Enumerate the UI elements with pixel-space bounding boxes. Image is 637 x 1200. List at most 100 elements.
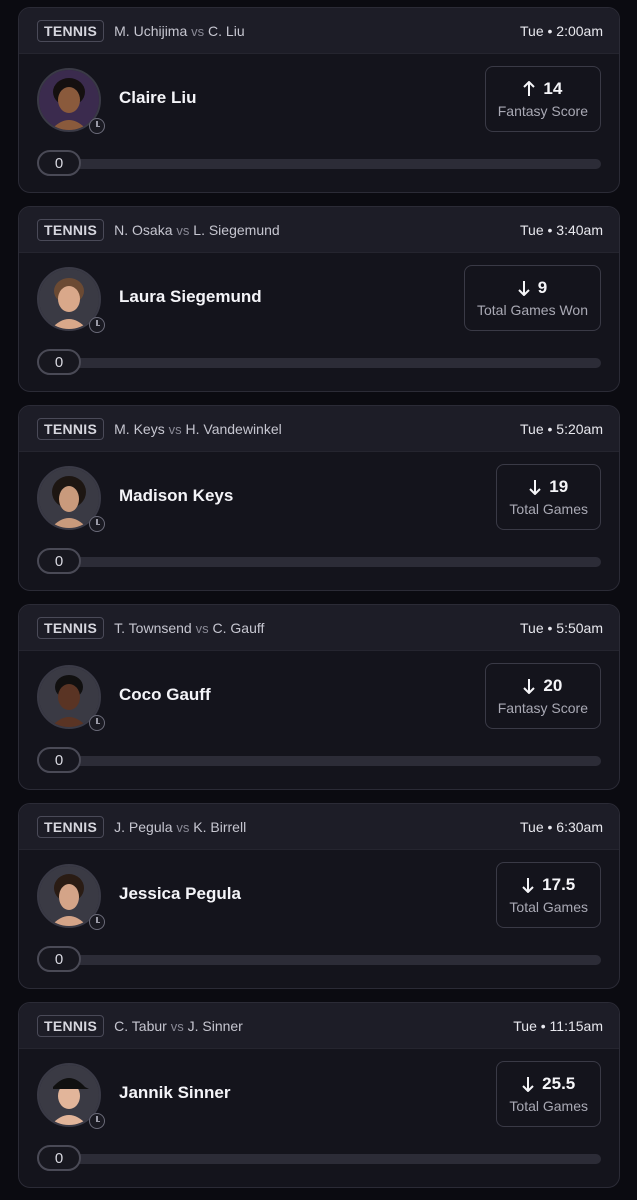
matchup-player-1: T. Townsend	[114, 619, 192, 636]
player-avatar[interactable]	[37, 864, 105, 930]
arrow-up-icon	[523, 81, 536, 96]
matchup-player-1: J. Pegula	[114, 818, 173, 835]
matchup-player-2: L. Siegemund	[193, 221, 280, 238]
stat-line-button[interactable]: 19 Total Games	[496, 464, 601, 530]
card-header: TENNIS J. Pegula vs K. Birrell Tue • 6:3…	[19, 804, 619, 850]
vs-label: vs	[176, 222, 190, 238]
progress-value: 0	[37, 747, 81, 773]
stat-line-button[interactable]: 17.5 Total Games	[496, 862, 601, 928]
matchup: J. Pegula vs K. Birrell	[114, 819, 246, 835]
vs-label: vs	[191, 23, 205, 39]
sport-badge: TENNIS	[37, 616, 105, 639]
sport-badge: TENNIS	[37, 218, 105, 241]
player-avatar[interactable]	[37, 267, 105, 333]
player-name: Laura Siegemund	[119, 287, 262, 306]
clock-icon	[89, 317, 105, 333]
player-avatar[interactable]	[37, 665, 105, 731]
projection-card[interactable]: TENNIS T. Townsend vs C. Gauff Tue • 5:5…	[18, 604, 620, 790]
start-time: Tue • 2:00am	[520, 22, 603, 39]
progress-track	[67, 955, 601, 965]
sport-badge: TENNIS	[37, 417, 105, 440]
progress-track	[67, 159, 601, 169]
stat-line-button[interactable]: 20 Fantasy Score	[484, 663, 601, 729]
matchup-player-1: M. Uchijima	[114, 22, 188, 39]
stat-value: 25.5	[542, 1074, 576, 1093]
vs-label: vs	[168, 421, 182, 437]
stat-label: Total Games	[509, 899, 588, 915]
stat-line-button[interactable]: 9 Total Games Won	[463, 265, 601, 331]
projection-card[interactable]: TENNIS M. Uchijima vs C. Liu Tue • 2:00a…	[18, 7, 620, 193]
progress-value: 0	[37, 946, 81, 972]
player-name: Jessica Pegula	[119, 884, 241, 903]
stat-label: Fantasy Score	[497, 103, 588, 119]
progress-track	[67, 358, 601, 368]
stat-line-button[interactable]: 14 Fantasy Score	[484, 66, 601, 132]
projection-card[interactable]: TENNIS J. Pegula vs K. Birrell Tue • 6:3…	[18, 803, 620, 989]
stat-value: 9	[537, 278, 548, 297]
arrow-down-icon	[523, 679, 536, 694]
player-avatar[interactable]	[37, 1063, 105, 1129]
progress-row: 0	[37, 150, 601, 178]
progress-track	[67, 756, 601, 766]
vs-label: vs	[176, 819, 190, 835]
card-header: TENNIS M. Keys vs H. Vandewinkel Tue • 5…	[19, 406, 619, 452]
matchup-player-2: C. Liu	[208, 22, 245, 39]
start-time: Tue • 5:50am	[520, 619, 603, 636]
progress-value: 0	[37, 349, 81, 375]
start-time: Tue • 3:40am	[520, 221, 603, 238]
clock-icon	[89, 118, 105, 134]
matchup-player-2: C. Gauff	[212, 619, 265, 636]
start-time: Tue • 6:30am	[520, 818, 603, 835]
sport-badge: TENNIS	[37, 19, 105, 42]
arrow-down-icon	[522, 1077, 534, 1092]
arrow-down-icon	[529, 480, 541, 495]
stat-value: 14	[543, 79, 563, 98]
player-name: Coco Gauff	[119, 685, 211, 704]
arrow-down-icon	[518, 281, 530, 296]
progress-value: 0	[37, 150, 81, 176]
projection-list: TENNIS M. Uchijima vs C. Liu Tue • 2:00a…	[0, 0, 637, 1200]
player-name: Madison Keys	[119, 486, 234, 505]
progress-row: 0	[37, 1145, 601, 1173]
stat-label: Total Games	[509, 501, 588, 517]
stat-value: 17.5	[542, 875, 576, 894]
projection-card[interactable]: TENNIS M. Keys vs H. Vandewinkel Tue • 5…	[18, 405, 620, 591]
player-name: Claire Liu	[119, 88, 197, 107]
matchup-player-1: C. Tabur	[114, 1017, 167, 1034]
matchup-player-2: K. Birrell	[193, 818, 247, 835]
stat-label: Total Games	[509, 1098, 588, 1114]
matchup-player-1: N. Osaka	[114, 221, 173, 238]
sport-badge: TENNIS	[37, 815, 105, 838]
clock-icon	[89, 516, 105, 532]
sport-badge: TENNIS	[37, 1014, 105, 1037]
progress-value: 0	[37, 1145, 81, 1171]
clock-icon	[89, 914, 105, 930]
matchup: M. Keys vs H. Vandewinkel	[114, 421, 282, 437]
progress-value: 0	[37, 548, 81, 574]
player-avatar[interactable]	[37, 466, 105, 532]
card-header: TENNIS N. Osaka vs L. Siegemund Tue • 3:…	[19, 207, 619, 253]
matchup-player-2: J. Sinner	[187, 1017, 243, 1034]
vs-label: vs	[195, 620, 209, 636]
card-header: TENNIS M. Uchijima vs C. Liu Tue • 2:00a…	[19, 8, 619, 54]
player-avatar[interactable]	[37, 68, 105, 134]
stat-label: Fantasy Score	[497, 700, 588, 716]
vs-label: vs	[170, 1018, 184, 1034]
stat-value: 20	[543, 676, 563, 695]
projection-card[interactable]: TENNIS N. Osaka vs L. Siegemund Tue • 3:…	[18, 206, 620, 392]
progress-row: 0	[37, 747, 601, 775]
stat-value: 19	[549, 477, 569, 496]
progress-row: 0	[37, 548, 601, 576]
arrow-down-icon	[522, 878, 534, 893]
start-time: Tue • 11:15am	[513, 1017, 603, 1034]
card-header: TENNIS C. Tabur vs J. Sinner Tue • 11:15…	[19, 1003, 619, 1049]
stat-line-button[interactable]: 25.5 Total Games	[496, 1061, 601, 1127]
matchup: T. Townsend vs C. Gauff	[114, 620, 264, 636]
projection-card[interactable]: TENNIS C. Tabur vs J. Sinner Tue • 11:15…	[18, 1002, 620, 1188]
player-name: Jannik Sinner	[119, 1083, 231, 1102]
start-time: Tue • 5:20am	[520, 420, 603, 437]
progress-track	[67, 1154, 601, 1164]
matchup: M. Uchijima vs C. Liu	[114, 23, 244, 39]
progress-track	[67, 557, 601, 567]
progress-row: 0	[37, 349, 601, 377]
